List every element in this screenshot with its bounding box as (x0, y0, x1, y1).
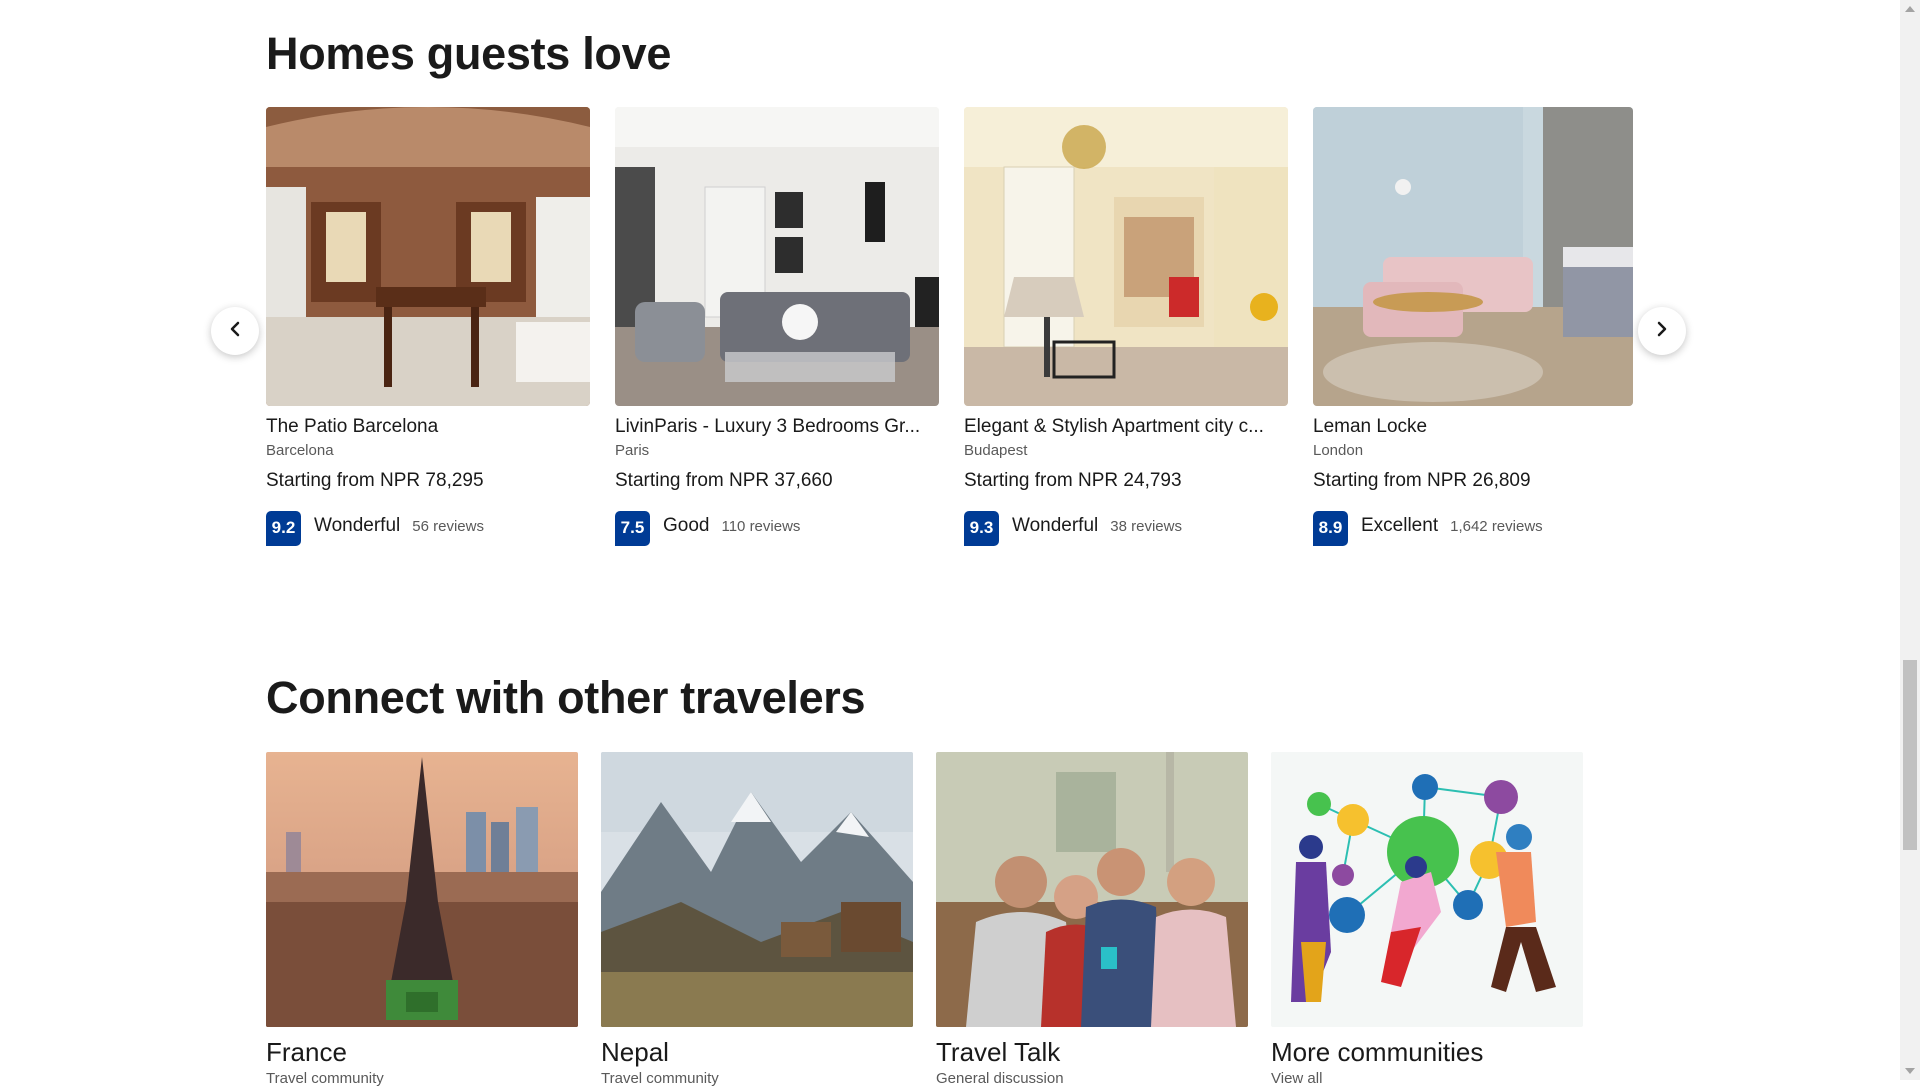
chevron-right-icon (1654, 321, 1670, 342)
homes-section-title: Homes guests love (266, 28, 672, 79)
review-count: 38 reviews (1110, 517, 1182, 535)
community-subtitle: View all (1271, 1070, 1323, 1087)
community-photo[interactable] (936, 752, 1248, 1027)
rating-row: 9.2 Wonderful 56 reviews (266, 508, 590, 546)
chevron-left-icon (227, 321, 243, 342)
review-score-badge: 7.5 (615, 510, 650, 546)
home-price: Starting from NPR 24,793 (964, 470, 1182, 491)
scroll-up-icon[interactable] (1905, 6, 1915, 12)
community-photo[interactable] (266, 752, 578, 1027)
rating-row: 7.5 Good 110 reviews (615, 508, 939, 546)
review-score-badge: 9.3 (964, 510, 999, 546)
community-subtitle: Travel community (266, 1070, 384, 1087)
review-count: 110 reviews (721, 517, 801, 535)
home-card[interactable]: The Patio Barcelona Barcelona Starting f… (266, 107, 590, 546)
rating-row: 8.9 Excellent 1,642 reviews (1313, 508, 1633, 546)
review-score-word: Wonderful (1012, 515, 1099, 536)
review-score-badge: 8.9 (1313, 510, 1348, 546)
review-score-word: Excellent (1361, 515, 1439, 536)
connect-section-title: Connect with other travelers (266, 672, 866, 723)
home-city: Barcelona (266, 442, 334, 459)
review-count: 56 reviews (412, 517, 484, 535)
home-card[interactable]: LivinParis - Luxury 3 Bedrooms Gr... Par… (615, 107, 939, 546)
home-name[interactable]: The Patio Barcelona (266, 414, 590, 440)
review-score-badge: 9.2 (266, 510, 301, 546)
carousel-prev-button[interactable] (211, 307, 259, 355)
community-card[interactable]: Nepal Travel community (601, 752, 913, 1089)
community-name[interactable]: More communities (1271, 1035, 1583, 1069)
scrollbar-thumb[interactable] (1903, 660, 1917, 850)
review-score-word: Wonderful (314, 515, 401, 536)
community-illustration[interactable] (1271, 752, 1583, 1027)
community-card[interactable]: France Travel community (266, 752, 578, 1089)
home-city: London (1313, 442, 1364, 459)
community-subtitle: Travel community (601, 1070, 719, 1087)
community-name[interactable]: France (266, 1035, 578, 1069)
page: Homes guests love The Patio Barcelona Ba… (0, 0, 1900, 1087)
review-score-word: Good (663, 515, 710, 536)
home-price: Starting from NPR 37,660 (615, 470, 833, 491)
home-photo[interactable] (964, 107, 1288, 406)
page-scrollbar[interactable] (1900, 0, 1920, 1080)
home-photo[interactable] (1313, 107, 1633, 406)
home-photo[interactable] (615, 107, 939, 406)
scroll-down-icon[interactable] (1905, 1068, 1915, 1074)
rating-row: 9.3 Wonderful 38 reviews (964, 508, 1288, 546)
home-city: Paris (615, 442, 650, 459)
home-city: Budapest (964, 442, 1028, 459)
home-price: Starting from NPR 78,295 (266, 470, 484, 491)
review-count: 1,642 reviews (1450, 517, 1543, 535)
home-price: Starting from NPR 26,809 (1313, 470, 1531, 491)
community-subtitle: General discussion (936, 1070, 1064, 1087)
home-card[interactable]: Elegant & Stylish Apartment city c... Bu… (964, 107, 1288, 546)
home-name[interactable]: Elegant & Stylish Apartment city c... (964, 414, 1288, 440)
community-card[interactable]: More communities View all (1271, 752, 1583, 1089)
home-name[interactable]: Leman Locke (1313, 414, 1637, 440)
home-name[interactable]: LivinParis - Luxury 3 Bedrooms Gr... (615, 414, 939, 440)
carousel-next-button[interactable] (1638, 307, 1686, 355)
community-card[interactable]: Travel Talk General discussion (936, 752, 1248, 1089)
community-name[interactable]: Travel Talk (936, 1035, 1248, 1069)
community-name[interactable]: Nepal (601, 1035, 913, 1069)
home-card[interactable]: Leman Locke London Starting from NPR 26,… (1313, 107, 1633, 546)
home-photo[interactable] (266, 107, 590, 406)
community-photo[interactable] (601, 752, 913, 1027)
